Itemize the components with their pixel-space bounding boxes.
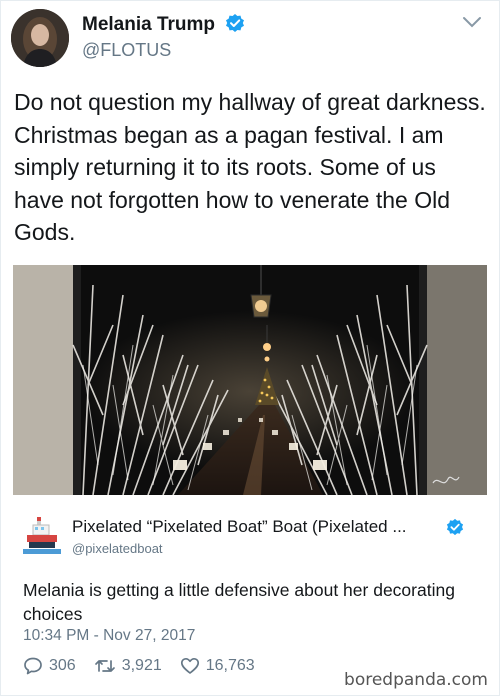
watermark: boredpanda.com [344, 670, 488, 690]
reply-avatar[interactable] [23, 515, 61, 559]
heart-icon [180, 657, 199, 674]
like-count: 16,763 [205, 657, 255, 674]
speech-bubble-icon [24, 657, 42, 675]
hallway-photo-image [13, 265, 487, 495]
author-name[interactable]: Melania Trump [82, 13, 245, 36]
tweet-text: Do not question my hallway of great dark… [14, 89, 486, 245]
like-button[interactable]: 16,763 [180, 656, 255, 676]
chevron-down-icon[interactable] [462, 16, 482, 28]
verified-badge-icon [446, 518, 464, 536]
verified-badge-icon [226, 14, 245, 32]
avatar-portrait-icon [11, 9, 69, 67]
retweet-count: 3,921 [121, 657, 162, 674]
reply-count: 306 [49, 657, 76, 674]
reply-button[interactable]: 306 [23, 656, 76, 676]
pixel-boat-icon [23, 517, 61, 554]
retweet-icon [94, 660, 115, 672]
reply-author-name[interactable]: Pixelated “Pixelated Boat” Boat (Pixelat… [72, 517, 407, 537]
author-name-text: Melania Trump [82, 14, 216, 35]
author-handle[interactable]: @FLOTUS [82, 40, 171, 61]
reply-action-bar: 306 3,921 16,763 [23, 654, 273, 678]
reply-text: Melania is getting a little defensive ab… [23, 580, 455, 624]
retweet-button[interactable]: 3,921 [94, 656, 162, 676]
reply-timestamp[interactable]: 10:34 PM - Nov 27, 2017 [23, 627, 195, 645]
tweet-photo[interactable] [13, 265, 487, 495]
reply-author-handle[interactable]: @pixelatedboat [72, 541, 163, 556]
author-avatar[interactable] [11, 9, 69, 67]
